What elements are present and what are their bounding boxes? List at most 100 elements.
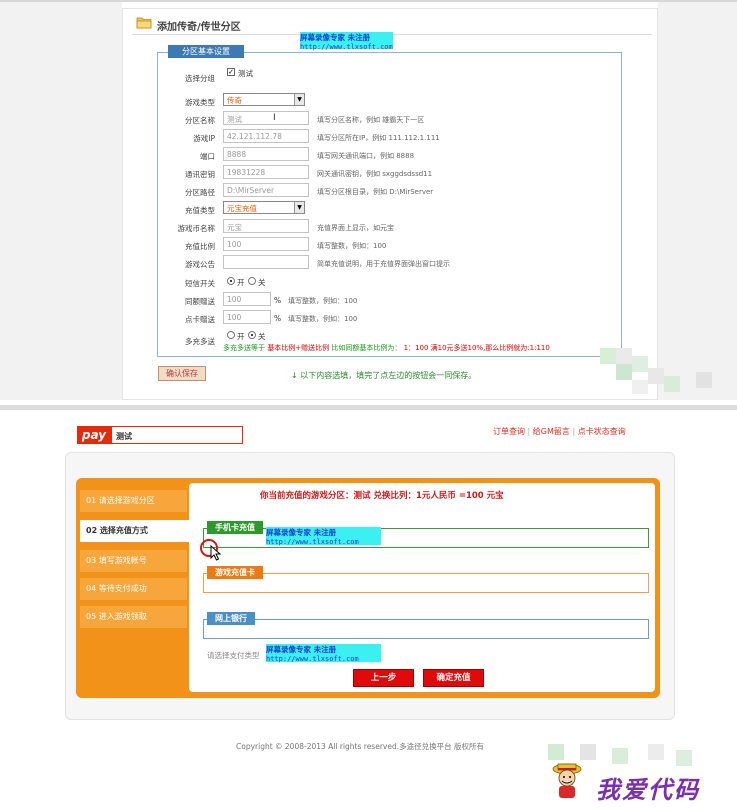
zone-name-input[interactable]: 测试 (223, 111, 309, 125)
comm-key-label: 通讯密钥 (185, 170, 215, 179)
zone-path-input[interactable]: D:\MirServer (223, 183, 309, 197)
save-button[interactable]: 确认保存 (158, 366, 206, 381)
right-margin (658, 2, 737, 400)
card-bonus-unit: % (274, 314, 282, 323)
group-checkbox[interactable]: ✓ (227, 68, 235, 76)
mosaic-tile (648, 744, 664, 760)
cursor-icon (210, 545, 222, 561)
brand-watermark: 我爱代码 (596, 775, 700, 804)
port-input[interactable]: 8888 (223, 147, 309, 161)
game-card-tab[interactable]: 游戏充值卡 (207, 566, 263, 579)
online-bank-group[interactable] (203, 619, 649, 639)
currency-name-label: 游戏币名称 (177, 224, 216, 233)
recharge-ratio-input[interactable]: 100 (223, 237, 309, 251)
recharge-ratio-hint: 填写整数，例如：100 (317, 242, 387, 250)
game-type-select[interactable]: 传奇 ▼ (223, 93, 305, 106)
zone-name-label: 分区名称 (185, 116, 215, 125)
mosaic-tile (616, 348, 632, 364)
confirm-recharge-button[interactable]: 确定充值 (423, 669, 484, 687)
mosaic-tile (632, 356, 648, 372)
step-3[interactable]: 03 填写游戏帐号 (80, 550, 187, 572)
group-label: 选择分组 (185, 74, 215, 83)
multi-on-radio[interactable] (227, 331, 235, 339)
step-5[interactable]: 05 进入游戏领取 (80, 606, 187, 628)
text-cursor-icon: I (273, 113, 276, 123)
game-notice-input[interactable] (223, 255, 309, 269)
multi-off-radio[interactable] (248, 331, 256, 339)
mosaic-tile (616, 364, 632, 380)
watermark: 屏幕录像专家 未注册 http://www.tlxsoft.com (266, 644, 381, 663)
link-gm-message[interactable]: 给GM留言 (533, 427, 570, 436)
comm-key-hint: 网关通讯密钥，例如 sxggdsdssd11 (317, 170, 433, 178)
mosaic-tile (648, 368, 664, 384)
game-type-label: 游戏类型 (185, 98, 215, 107)
panel-divider (0, 405, 737, 410)
zone-path-label: 分区路径 (185, 188, 215, 197)
game-ip-hint: 填写分区所在IP，例如 111.112.1.111 (317, 134, 440, 142)
watermark: 屏幕录像专家 未注册 http://www.tlxsoft.com (300, 32, 393, 51)
card-bonus-input[interactable]: 100 (223, 310, 271, 324)
sync-bonus-unit: % (274, 296, 282, 305)
sms-switch-label: 短信开关 (185, 279, 215, 288)
chevron-down-icon: ▼ (294, 202, 304, 213)
link-order-query[interactable]: 订单查询 (493, 427, 525, 436)
mascot-icon (552, 763, 582, 798)
recharge-type-select[interactable]: 元宝充值 ▼ (223, 201, 305, 214)
chevron-down-icon: ▼ (294, 94, 304, 105)
card-bonus-hint: 填写整数，例如：100 (288, 315, 358, 323)
multi-off-label: 关 (258, 332, 266, 341)
sms-off-radio[interactable] (248, 277, 256, 285)
mosaic-tile (696, 372, 712, 388)
multi-on-label: 开 (237, 332, 245, 341)
sync-bonus-hint: 填写整数，例如：100 (288, 297, 358, 305)
game-card-group[interactable] (203, 573, 649, 593)
prev-step-button[interactable]: 上一步 (353, 669, 414, 687)
comm-key-input[interactable]: 19831228 (223, 165, 309, 179)
online-bank-tab[interactable]: 网上银行 (207, 612, 255, 625)
step-1[interactable]: 01 请选择游戏分区 (80, 490, 187, 512)
mobile-card-tab[interactable]: 手机卡充值 (207, 521, 263, 534)
mosaic-tile (632, 380, 648, 394)
section-legend: 分区基本设置 (168, 45, 244, 58)
folder-icon (136, 17, 152, 29)
formula-line: 多充多送等于 基本比例+赠送比例 比如同额基本比例为： 1：100 满10元多送… (223, 344, 550, 352)
mosaic-tile (676, 750, 692, 766)
card-bonus-label: 点卡赠送 (185, 315, 215, 324)
page-title: 添加传奇/传世分区 (157, 22, 241, 33)
copyright: Copyright © 2008-2013 All rights reserve… (236, 742, 484, 751)
payment-type-label: 请选择支付类型 (207, 651, 260, 660)
optional-tip: ↓ 以下内容选填，填完了点左边的按钮会一同保存。 (291, 371, 477, 380)
currency-name-hint: 充值界面上显示，如元宝 (317, 224, 394, 232)
zone-name-display: 测试 (111, 426, 243, 444)
step-2[interactable]: 02 选择充值方式 (80, 520, 192, 542)
zone-name-hint: 填写分区名称，例如 雄霸天下一区 (317, 116, 425, 124)
game-notice-label: 游戏公告 (185, 260, 215, 269)
sms-off-label: 关 (258, 278, 266, 287)
multi-bonus-label: 多充多送 (185, 337, 215, 346)
link-card-status[interactable]: 点卡状态查询 (578, 427, 626, 436)
top-links: 订单查询 | 给GM留言 | 点卡状态查询 (493, 427, 626, 436)
watermark: 屏幕录像专家 未注册 http://www.tlxsoft.com (266, 527, 381, 546)
left-margin (0, 2, 122, 400)
pay-logo: pay (77, 426, 111, 444)
sms-on-label: 开 (237, 278, 245, 287)
group-checkbox-label: 测试 (238, 69, 253, 78)
port-hint: 填写网关通讯端口，例如 8888 (317, 152, 415, 160)
recharge-notice: 你当前充值的游戏分区：测试 兑换比列：1元人民币 =100 元宝 (260, 491, 504, 501)
recharge-ratio-label: 充值比例 (185, 242, 215, 251)
game-notice-hint: 简单充值说明，用于充值界面弹出窗口提示 (317, 260, 450, 268)
sync-bonus-input[interactable]: 100 (223, 292, 271, 306)
recharge-type-label: 充值类型 (185, 206, 215, 215)
currency-name-input[interactable]: 元宝 (223, 219, 309, 233)
sms-on-radio[interactable] (227, 277, 235, 285)
mosaic-tile (612, 748, 628, 764)
mosaic-tile (548, 744, 564, 760)
mosaic-tile (600, 348, 616, 364)
step-4[interactable]: 04 等待支付成功 (80, 578, 187, 600)
port-label: 端口 (200, 152, 215, 161)
mosaic-tile (580, 744, 596, 760)
game-ip-label: 游戏IP (193, 134, 215, 143)
mosaic-tile (664, 376, 680, 392)
zone-path-hint: 填写分区根目录，例如 D:\MirServer (317, 188, 434, 196)
game-ip-input[interactable]: 42.121.112.78 (223, 129, 309, 143)
